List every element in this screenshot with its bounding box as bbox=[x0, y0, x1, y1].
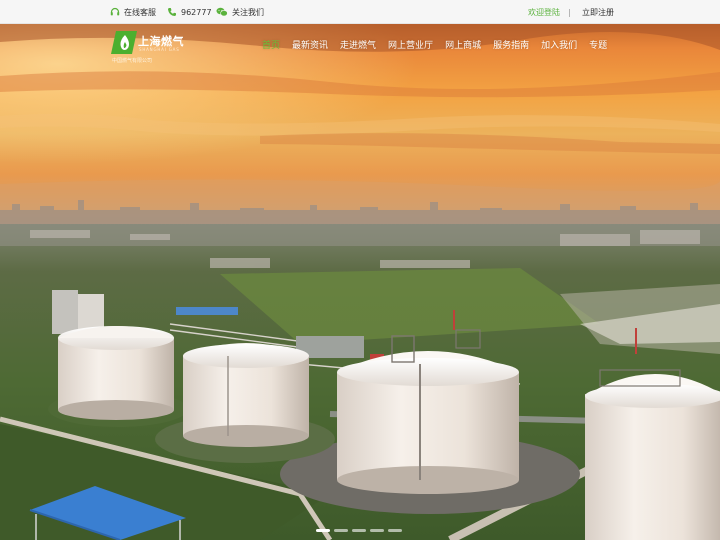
lng-terminal-photo bbox=[0, 24, 720, 540]
logo-english-name: SHANGHAI GAS bbox=[139, 47, 180, 52]
tank-1 bbox=[58, 326, 174, 420]
carousel-indicators bbox=[316, 529, 402, 532]
topbar-separator: | bbox=[568, 0, 571, 24]
nav-item-online-hall[interactable]: 网上营业厅 bbox=[388, 38, 433, 54]
headset-icon bbox=[110, 7, 120, 16]
carousel-dot[interactable] bbox=[316, 529, 330, 532]
online-service-label: 在线客服 bbox=[124, 7, 156, 17]
follow-us-label: 关注我们 bbox=[232, 7, 264, 17]
online-service-link[interactable]: 在线客服 bbox=[110, 0, 156, 24]
site-logo[interactable]: 上海燃气 SHANGHAI GAS 中国燃气有限公司 bbox=[110, 30, 185, 64]
nav-item-topics[interactable]: 专题 bbox=[589, 38, 607, 54]
carousel-dot[interactable] bbox=[370, 529, 384, 532]
nav-item-home[interactable]: 首页 bbox=[262, 38, 280, 54]
hotline-number: 962777 bbox=[181, 7, 212, 17]
register-label: 立即注册 bbox=[582, 7, 614, 17]
shanghai-gas-logo-icon bbox=[111, 31, 137, 54]
main-nav: 首页 最新资讯 走进燃气 网上营业厅 网上商城 服务指南 加入我们 专题 bbox=[262, 38, 619, 54]
tank-2 bbox=[183, 343, 309, 447]
carousel-dot[interactable] bbox=[352, 529, 366, 532]
top-utility-bar: 在线客服 962777 关注我们 欢迎登陆 | 立即注册 bbox=[0, 0, 720, 24]
nav-item-about[interactable]: 走进燃气 bbox=[340, 38, 376, 54]
tank-4 bbox=[585, 369, 720, 540]
follow-us-link[interactable]: 关注我们 bbox=[216, 0, 264, 24]
carousel-dot[interactable] bbox=[388, 529, 402, 532]
nav-item-join-us[interactable]: 加入我们 bbox=[541, 38, 577, 54]
logo-subtitle: 中国燃气有限公司 bbox=[112, 58, 153, 64]
separator-text: | bbox=[568, 7, 571, 17]
login-label: 欢迎登陆 bbox=[528, 7, 560, 17]
nav-item-service-guide[interactable]: 服务指南 bbox=[493, 38, 529, 54]
hero-banner[interactable]: 上海燃气 SHANGHAI GAS 中国燃气有限公司 首页 最新资讯 走进燃气 … bbox=[0, 24, 720, 540]
carousel-dot[interactable] bbox=[334, 529, 348, 532]
login-link[interactable]: 欢迎登陆 bbox=[528, 0, 560, 24]
phone-icon bbox=[168, 8, 176, 16]
nav-item-online-mall[interactable]: 网上商城 bbox=[445, 38, 481, 54]
hotline-link[interactable]: 962777 bbox=[167, 0, 212, 24]
wechat-icon bbox=[216, 7, 228, 17]
register-link[interactable]: 立即注册 bbox=[582, 0, 614, 24]
nav-item-news[interactable]: 最新资讯 bbox=[292, 38, 328, 54]
